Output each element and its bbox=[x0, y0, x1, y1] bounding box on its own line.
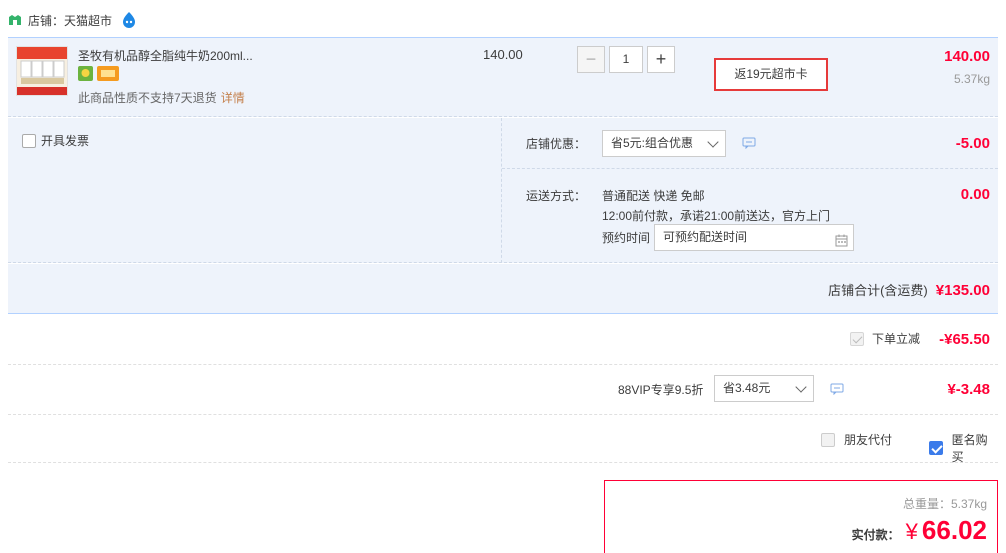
shipping-method: 普通配送 快递 免邮 bbox=[602, 189, 705, 203]
shop-discount-select[interactable]: 省5元:组合优惠 bbox=[602, 130, 726, 157]
product-badges bbox=[78, 66, 119, 81]
instant-discount-option: 下单立减 bbox=[849, 330, 920, 347]
message-icon[interactable] bbox=[742, 137, 756, 150]
instant-discount-checkbox bbox=[849, 331, 864, 346]
payment-options-row: 朋友代付 匿名购买 bbox=[8, 415, 998, 465]
cart-item-row: 圣牧有机品醇全脂纯牛奶200ml... 此商品性质不支持7天退货 详情 140.0… bbox=[8, 37, 998, 117]
no-return-text: 此商品性质不支持7天退货 bbox=[78, 91, 217, 105]
quantity-input[interactable]: 1 bbox=[609, 46, 643, 73]
shop-discount-value: 省5元:组合优惠 bbox=[611, 136, 694, 150]
chevron-down-icon bbox=[795, 381, 807, 393]
shop-total: 店铺合计(含运费) ¥135.00 bbox=[828, 280, 990, 299]
decrease-quantity-button[interactable]: − bbox=[577, 46, 605, 73]
friend-pay-checkbox[interactable] bbox=[821, 432, 835, 447]
vip-discount-value: 省3.48元 bbox=[723, 381, 771, 395]
increase-quantity-button[interactable]: + bbox=[647, 46, 675, 73]
item-total-price: 140.00 bbox=[944, 48, 990, 65]
anonymous-purchase-label: 匿名购买 bbox=[951, 433, 988, 464]
shop-name[interactable]: 店铺：天猫超市 bbox=[28, 12, 112, 29]
instant-discount-row: 下单立减 -¥65.50 bbox=[8, 315, 998, 365]
chevron-down-icon bbox=[707, 136, 719, 148]
order-options-panel: 开具发票 店铺优惠： 省5元:组合优惠 -5.00 运送方式： 普通配送 快递 … bbox=[8, 118, 998, 263]
vip-discount-amount: ¥-3.48 bbox=[947, 381, 990, 398]
organic-badge-icon bbox=[78, 66, 93, 81]
shipping-promise: 12:00前付款，承诺21:00前送达，官方上门 bbox=[602, 209, 831, 223]
delivery-time-value: 可预约配送时间 bbox=[663, 230, 748, 244]
vip-discount-row: 88VIP专享9.5折 省3.48元 ¥-3.48 bbox=[8, 365, 998, 415]
delivery-time-select[interactable]: 可预约配送时间 bbox=[654, 224, 854, 251]
card-badge-icon bbox=[97, 66, 119, 81]
friend-pay-option[interactable]: 朋友代付 bbox=[821, 431, 892, 448]
shop-discount-label: 店铺优惠： bbox=[526, 137, 587, 151]
order-summary-box: 总重量：5.37kg 实付款： ¥ 66.02 bbox=[604, 480, 998, 553]
amount-payable: 实付款： ¥ 66.02 bbox=[852, 515, 987, 546]
unit-price: 140.00 bbox=[483, 47, 523, 62]
invoice-label: 开具发票 bbox=[41, 134, 90, 148]
vip-discount-label: 88VIP专享9.5折 bbox=[618, 383, 704, 397]
divider bbox=[502, 168, 998, 169]
shop-discount-amount: -5.00 bbox=[955, 135, 990, 152]
instant-discount-label: 下单立减 bbox=[871, 332, 920, 346]
instant-discount-amount: -¥65.50 bbox=[939, 331, 990, 348]
anonymous-purchase-checkbox[interactable] bbox=[929, 441, 943, 455]
no-return-notice: 此商品性质不支持7天退货 详情 bbox=[78, 89, 245, 106]
divider bbox=[501, 118, 502, 263]
vip-discount-select[interactable]: 省3.48元 bbox=[714, 375, 814, 402]
invoice-checkbox[interactable] bbox=[22, 133, 36, 148]
total-weight: 总重量：5.37kg bbox=[902, 497, 987, 511]
quantity-stepper: − 1 + bbox=[577, 46, 675, 73]
anonymous-purchase-option[interactable]: 匿名购买 bbox=[929, 431, 998, 465]
no-return-details-link[interactable]: 详情 bbox=[221, 91, 245, 105]
amount-payable-label: 实付款： bbox=[851, 528, 900, 542]
product-title[interactable]: 圣牧有机品醇全脂纯牛奶200ml... bbox=[78, 47, 253, 64]
amount-payable-value: 66.02 bbox=[921, 515, 987, 545]
product-thumbnail[interactable] bbox=[16, 46, 68, 96]
currency-symbol: ¥ bbox=[905, 519, 918, 544]
promo-cashback-badge: 返19元超市卡 bbox=[714, 58, 828, 91]
shop-icon bbox=[8, 14, 22, 26]
shop-total-label: 店铺合计(含运费) bbox=[828, 283, 928, 298]
friend-pay-label: 朋友代付 bbox=[844, 433, 893, 447]
invoice-option[interactable]: 开具发票 bbox=[22, 132, 89, 149]
message-icon[interactable] bbox=[830, 383, 844, 396]
shop-header: 店铺：天猫超市 bbox=[8, 10, 138, 30]
calendar-icon bbox=[835, 231, 848, 247]
shop-total-amount: ¥135.00 bbox=[935, 282, 990, 299]
shop-total-row: 店铺合计(含运费) ¥135.00 bbox=[8, 264, 998, 314]
delivery-time-label: 预约时间 bbox=[602, 231, 651, 245]
wangwang-chat-icon[interactable] bbox=[120, 11, 138, 29]
item-weight: 5.37kg bbox=[953, 72, 990, 86]
shipping-amount: 0.00 bbox=[960, 186, 990, 203]
shipping-label: 运送方式： bbox=[526, 189, 587, 203]
